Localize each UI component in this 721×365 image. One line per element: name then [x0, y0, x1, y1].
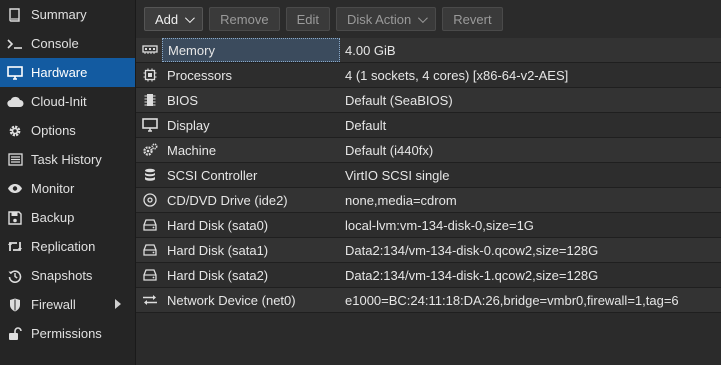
- sidebar-item-label: Hardware: [31, 65, 88, 80]
- sidebar-item-snapshots[interactable]: Snapshots: [0, 261, 135, 290]
- table-row[interactable]: Processors 4 (1 sockets, 4 cores) [x86-6…: [136, 63, 721, 88]
- table-row[interactable]: SCSI Controller VirtIO SCSI single: [136, 163, 721, 188]
- row-name: SCSI Controller: [167, 167, 258, 183]
- revert-button[interactable]: Revert: [442, 7, 503, 31]
- chevron-down-icon: [185, 12, 196, 23]
- table-row[interactable]: Hard Disk (sata0) local-lvm:vm-134-disk-…: [136, 213, 721, 238]
- microchip-icon: [138, 93, 162, 107]
- sidebar: Summary Console Hardware Cloud-Init Opti…: [0, 0, 136, 365]
- sidebar-item-label: Snapshots: [31, 268, 93, 283]
- sidebar-item-label: Monitor: [31, 181, 75, 196]
- book-icon: [6, 7, 24, 23]
- row-value: none,media=cdrom: [345, 192, 457, 208]
- sidebar-item-backup[interactable]: Backup: [0, 203, 135, 232]
- disk-action-button-label: Disk Action: [346, 11, 412, 27]
- eye-icon: [6, 181, 24, 197]
- row-value: 4.00 GiB: [345, 42, 396, 58]
- table-row[interactable]: Display Default: [136, 113, 721, 138]
- hdd-icon: [138, 269, 162, 281]
- toolbar: Add Remove Edit Disk Action Revert: [136, 0, 721, 38]
- hdd-icon: [138, 219, 162, 231]
- sidebar-item-firewall[interactable]: Firewall: [0, 290, 135, 319]
- list-icon: [6, 152, 24, 168]
- sidebar-item-permissions[interactable]: Permissions: [0, 319, 135, 348]
- row-name: Machine: [167, 142, 217, 158]
- row-name: CD/DVD Drive (ide2): [167, 192, 288, 208]
- row-name: Hard Disk (sata1): [167, 242, 269, 258]
- cdrom-icon: [138, 193, 162, 207]
- edit-button-label: Edit: [296, 11, 319, 27]
- sidebar-item-hardware[interactable]: Hardware: [0, 58, 135, 87]
- sidebar-item-cloud-init[interactable]: Cloud-Init: [0, 87, 135, 116]
- hdd-icon: [138, 244, 162, 256]
- table-row[interactable]: CD/DVD Drive (ide2) none,media=cdrom: [136, 188, 721, 213]
- row-name: Display: [167, 117, 210, 133]
- row-value: VirtIO SCSI single: [345, 167, 450, 183]
- remove-button[interactable]: Remove: [209, 7, 280, 31]
- sidebar-item-label: Cloud-Init: [31, 94, 87, 109]
- shield-icon: [6, 297, 24, 313]
- row-name: Network Device (net0): [167, 292, 296, 308]
- database-icon: [138, 168, 162, 182]
- row-value: Data2:134/vm-134-disk-0.qcow2,size=128G: [345, 242, 599, 258]
- sidebar-item-monitor[interactable]: Monitor: [0, 174, 135, 203]
- memory-icon: [138, 45, 162, 55]
- table-row[interactable]: BIOS Default (SeaBIOS): [136, 88, 721, 113]
- row-name: Hard Disk (sata2): [167, 267, 269, 283]
- disk-action-button[interactable]: Disk Action: [335, 7, 437, 31]
- hardware-grid: Memory 4.00 GiB Processors 4 (1 sockets,…: [136, 38, 721, 313]
- sidebar-item-task-history[interactable]: Task History: [0, 145, 135, 174]
- monitor-icon: [138, 118, 162, 132]
- revert-button-label: Revert: [453, 11, 492, 27]
- retweet-icon: [6, 239, 24, 255]
- row-value: Default (SeaBIOS): [345, 92, 453, 108]
- row-name: BIOS: [167, 92, 199, 108]
- table-row[interactable]: Machine Default (i440fx): [136, 138, 721, 163]
- table-row[interactable]: Memory 4.00 GiB: [136, 38, 721, 63]
- history-icon: [6, 268, 24, 284]
- row-value: local-lvm:vm-134-disk-0,size=1G: [345, 217, 534, 233]
- remove-button-label: Remove: [220, 11, 269, 27]
- exchange-icon: [138, 294, 162, 306]
- row-name: Hard Disk (sata0): [167, 217, 269, 233]
- terminal-icon: [6, 36, 24, 52]
- row-name: Memory: [162, 38, 340, 62]
- floppy-icon: [6, 210, 24, 226]
- sidebar-item-label: Firewall: [31, 297, 76, 312]
- row-value: 4 (1 sockets, 4 cores) [x86-64-v2-AES]: [345, 67, 569, 83]
- unlock-icon: [6, 326, 24, 342]
- table-row[interactable]: Network Device (net0) e1000=BC:24:11:18:…: [136, 288, 721, 313]
- sidebar-item-replication[interactable]: Replication: [0, 232, 135, 261]
- edit-button[interactable]: Edit: [285, 7, 330, 31]
- sidebar-item-label: Replication: [31, 239, 96, 254]
- cogs-icon: [138, 143, 162, 157]
- desktop-icon: [6, 65, 24, 81]
- row-value: e1000=BC:24:11:18:DA:26,bridge=vmbr0,fir…: [345, 292, 679, 308]
- sidebar-item-summary[interactable]: Summary: [0, 0, 135, 29]
- sidebar-item-label: Backup: [31, 210, 75, 225]
- table-row[interactable]: Hard Disk (sata1) Data2:134/vm-134-disk-…: [136, 238, 721, 263]
- sidebar-item-label: Options: [31, 123, 76, 138]
- chevron-down-icon: [418, 12, 429, 23]
- sidebar-item-label: Console: [31, 36, 79, 51]
- row-value: Default: [345, 117, 387, 133]
- row-value: Default (i440fx): [345, 142, 434, 158]
- cpu-icon: [138, 68, 162, 82]
- cloud-icon: [6, 94, 24, 110]
- sidebar-item-label: Summary: [31, 7, 87, 22]
- table-row[interactable]: Hard Disk (sata2) Data2:134/vm-134-disk-…: [136, 263, 721, 288]
- gear-icon: [6, 123, 24, 139]
- add-button-label: Add: [155, 11, 179, 27]
- sidebar-item-label: Permissions: [31, 326, 102, 341]
- sidebar-item-options[interactable]: Options: [0, 116, 135, 145]
- row-name: Processors: [167, 67, 233, 83]
- submenu-arrow-icon[interactable]: [115, 299, 121, 309]
- add-button[interactable]: Add: [144, 7, 204, 31]
- sidebar-item-console[interactable]: Console: [0, 29, 135, 58]
- hardware-panel: Add Remove Edit Disk Action Revert Memor…: [136, 0, 721, 365]
- row-value: Data2:134/vm-134-disk-1.qcow2,size=128G: [345, 267, 599, 283]
- sidebar-item-label: Task History: [31, 152, 102, 167]
